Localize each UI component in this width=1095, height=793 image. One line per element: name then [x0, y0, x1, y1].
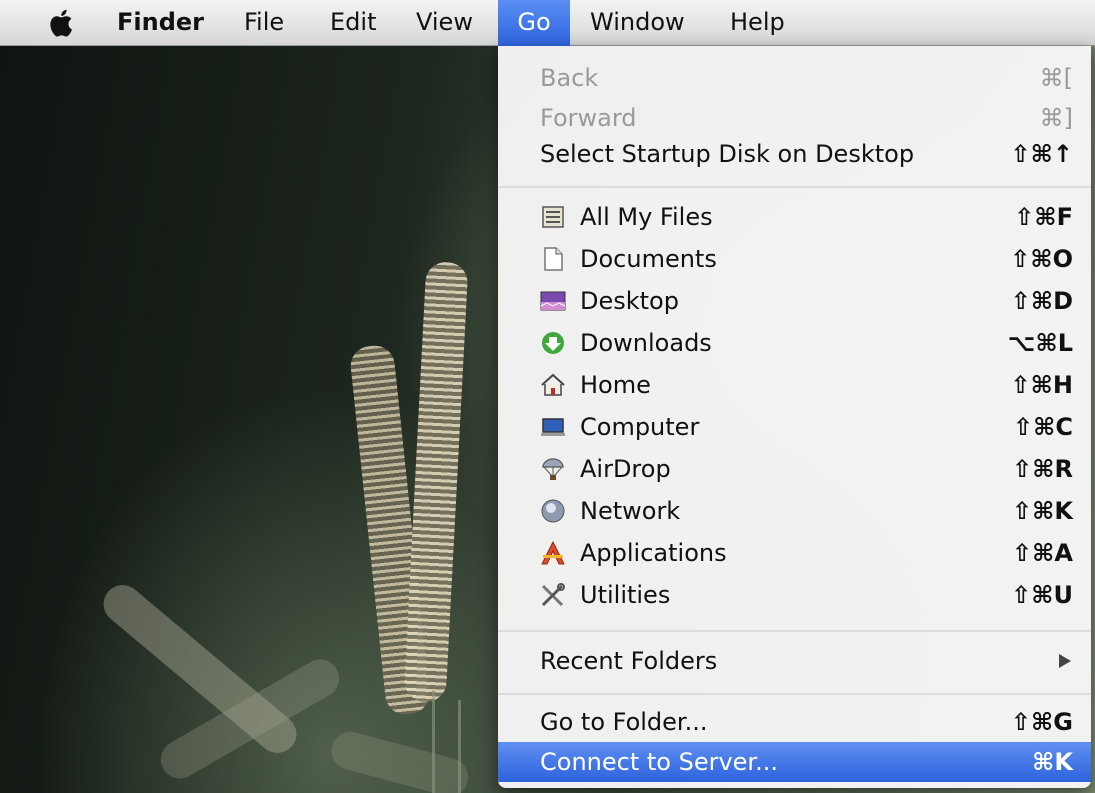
menu-item-select-startup-disk[interactable]: Select Startup Disk on Desktop ⇧⌘↑	[498, 134, 1091, 174]
menu-item-label: Forward	[540, 104, 637, 132]
shortcut-label: ⇧⌘G	[1010, 708, 1073, 736]
menu-item-forward[interactable]: Forward ⌘]	[498, 98, 1091, 138]
menu-finder[interactable]: Finder	[117, 0, 204, 46]
applications-icon	[541, 541, 565, 565]
shortcut-label: ⌘[	[1039, 64, 1073, 92]
shortcut-label: ⇧⌘K	[1012, 497, 1073, 525]
menu-item-all-my-files[interactable]: All My Files ⇧⌘F	[498, 197, 1091, 237]
menu-item-computer[interactable]: Computer ⇧⌘C	[498, 407, 1091, 447]
menu-item-label: Utilities	[580, 581, 671, 609]
submenu-arrow-icon	[1059, 654, 1071, 668]
menu-item-utilities[interactable]: Utilities ⇧⌘U	[498, 575, 1091, 615]
shortcut-label: ⇧⌘R	[1012, 455, 1073, 483]
shortcut-label: ⇧⌘↑	[1010, 140, 1073, 168]
documents-icon	[544, 247, 563, 271]
downloads-icon	[542, 332, 564, 354]
network-icon	[541, 499, 565, 523]
desktop-icon	[540, 291, 566, 311]
shortcut-label: ⇧⌘D	[1010, 287, 1073, 315]
shortcut-label: ⌥⌘L	[1007, 329, 1073, 357]
go-menu-dropdown: Back ⌘[ Forward ⌘] Select Startup Disk o…	[498, 46, 1091, 788]
airdrop-icon	[542, 458, 564, 480]
menu-item-label: Home	[580, 371, 651, 399]
shortcut-label: ⇧⌘C	[1013, 413, 1073, 441]
menu-item-label: Back	[540, 64, 599, 92]
home-icon	[541, 373, 565, 396]
menu-item-home[interactable]: Home ⇧⌘H	[498, 365, 1091, 405]
menu-item-label: Documents	[580, 245, 717, 273]
menu-item-label: Desktop	[580, 287, 679, 315]
menu-item-label: All My Files	[580, 203, 713, 231]
menu-item-label: Downloads	[580, 329, 712, 357]
menu-item-label: Computer	[580, 413, 700, 441]
shortcut-label: ⌘]	[1039, 104, 1073, 132]
menu-separator	[498, 693, 1091, 695]
menu-edit[interactable]: Edit	[330, 0, 376, 46]
menu-item-label: Recent Folders	[540, 647, 718, 675]
menu-item-connect-to-server[interactable]: Connect to Server... ⌘K	[498, 742, 1091, 782]
shortcut-label: ⌘K	[1032, 748, 1073, 776]
grass-stem	[458, 700, 461, 793]
grass-stem	[432, 690, 435, 793]
menu-view[interactable]: View	[416, 0, 473, 46]
menu-separator	[498, 630, 1091, 632]
menu-item-back[interactable]: Back ⌘[	[498, 58, 1091, 98]
menu-item-label: AirDrop	[580, 455, 671, 483]
menu-item-applications[interactable]: Applications ⇧⌘A	[498, 533, 1091, 573]
computer-icon	[541, 418, 565, 436]
menu-separator	[498, 186, 1091, 188]
shortcut-label: ⇧⌘U	[1011, 581, 1073, 609]
shortcut-label: ⇧⌘H	[1010, 371, 1073, 399]
menu-go[interactable]: Go	[498, 0, 570, 46]
grass-stalk	[403, 261, 469, 703]
shortcut-label: ⇧⌘A	[1012, 539, 1073, 567]
menu-item-go-to-folder[interactable]: Go to Folder... ⇧⌘G	[498, 702, 1091, 742]
menu-file[interactable]: File	[244, 0, 284, 46]
shortcut-label: ⇧⌘O	[1010, 245, 1073, 273]
menu-item-label: Select Startup Disk on Desktop	[540, 140, 915, 168]
menu-item-recent-folders[interactable]: Recent Folders	[498, 641, 1091, 681]
menu-window[interactable]: Window	[590, 0, 685, 46]
all-my-files-icon	[542, 206, 564, 228]
menu-item-downloads[interactable]: Downloads ⌥⌘L	[498, 323, 1091, 363]
menu-item-label: Go to Folder...	[540, 708, 708, 736]
menu-item-desktop[interactable]: Desktop ⇧⌘D	[498, 281, 1091, 321]
shortcut-label: ⇧⌘F	[1014, 203, 1073, 231]
menu-bar: Finder File Edit View Go Window Help	[0, 0, 1095, 46]
menu-item-airdrop[interactable]: AirDrop ⇧⌘R	[498, 449, 1091, 489]
utilities-icon	[541, 583, 565, 607]
menu-item-label: Connect to Server...	[540, 748, 778, 776]
menu-item-label: Applications	[580, 539, 727, 567]
menu-item-documents[interactable]: Documents ⇧⌘O	[498, 239, 1091, 279]
menu-item-label: Network	[580, 497, 681, 525]
apple-menu-icon[interactable]	[46, 7, 78, 39]
menu-item-network[interactable]: Network ⇧⌘K	[498, 491, 1091, 531]
menu-help[interactable]: Help	[730, 0, 785, 46]
grass-blade	[327, 727, 473, 793]
